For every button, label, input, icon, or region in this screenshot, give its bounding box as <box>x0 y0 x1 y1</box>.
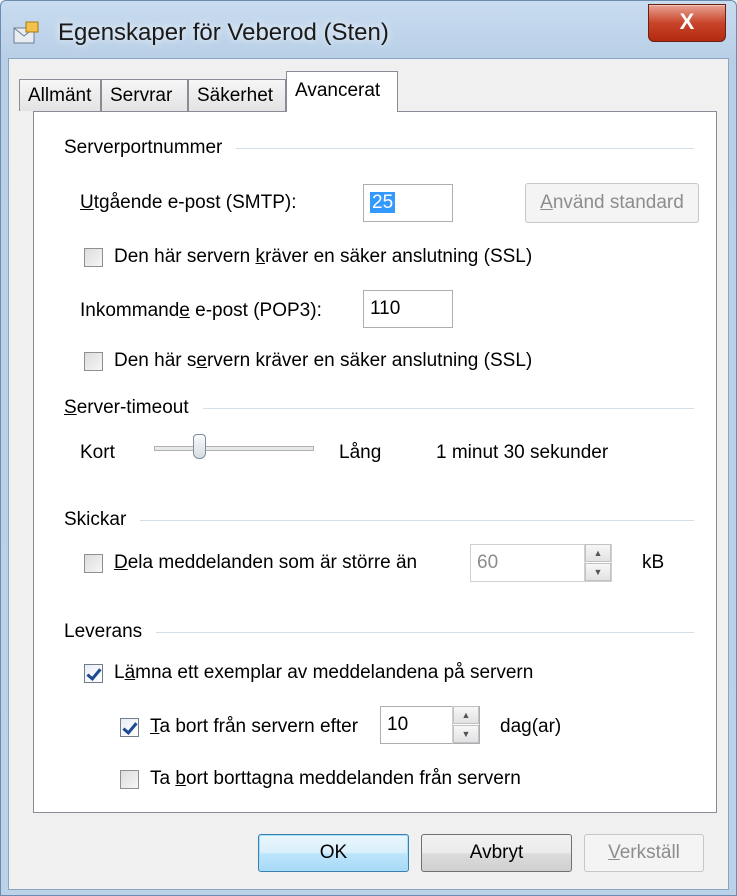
pop3-port-input[interactable]: 110 <box>363 290 453 328</box>
smtp-ssl-checkbox[interactable] <box>84 248 103 267</box>
split-size-unit: kB <box>642 552 665 573</box>
remove-deleted-text-a: Ta <box>150 768 176 789</box>
smtp-label-text: tgående e-post (SMTP): <box>93 192 297 213</box>
pop3-ssl-accel-key: e <box>196 350 207 371</box>
remove-deleted-accel-key: b <box>175 768 186 789</box>
pop3-text-a: Inkommand <box>80 300 180 321</box>
ok-button[interactable]: OK <box>258 834 409 872</box>
use-default-accel-key: A <box>540 192 553 213</box>
split-messages-label: Dela meddelanden som är större än <box>114 552 417 574</box>
split-messages-checkbox[interactable] <box>84 554 103 573</box>
smtp-accel-key: U <box>80 192 94 213</box>
spin-up-icon[interactable]: ▲ <box>453 706 479 724</box>
days-value: 10 <box>387 714 409 735</box>
pop3-port-label: Inkommande e-post (POP3): <box>80 300 322 322</box>
timeout-long-label: Lång <box>339 442 382 463</box>
remove-after-text: a bort från servern efter <box>159 716 359 737</box>
remove-deleted-checkbox[interactable] <box>120 770 139 789</box>
tab-general[interactable]: Allmänt <box>19 79 101 111</box>
apply-accel-key: V <box>608 842 620 863</box>
pop3-accel-key: e <box>179 300 190 321</box>
pop3-ssl-text-b: rvern kräver en säker anslutning (SSL) <box>206 350 533 371</box>
remove-after-label: Ta bort från servern efter <box>150 716 358 738</box>
leave-text-a: L <box>114 662 125 683</box>
advanced-tab-panel: Serverportnummer Utgående e-post (SMTP):… <box>33 111 717 813</box>
timeout-accel-key: S <box>64 397 77 418</box>
pop3-port-value: 110 <box>370 298 401 319</box>
pop3-ssl-text-a: Den här s <box>114 350 197 371</box>
spin-down-icon[interactable]: ▼ <box>453 725 479 743</box>
timeout-value-text: 1 minut 30 sekunder <box>436 442 609 463</box>
tab-security[interactable]: Säkerhet <box>188 79 286 111</box>
leave-copy-checkbox[interactable] <box>84 664 103 683</box>
tab-advanced[interactable]: Avancerat <box>286 71 398 112</box>
remove-after-checkbox[interactable] <box>120 718 139 737</box>
title-bar[interactable]: Egenskaper för Veberod (Sten) X <box>0 0 737 58</box>
remove-deleted-label: Ta bort borttagna meddelanden från serve… <box>150 768 521 790</box>
smtp-ssl-text-b: räver en säker anslutning (SSL) <box>265 246 533 267</box>
pop3-ssl-checkbox[interactable] <box>84 352 103 371</box>
timeout-slider-thumb[interactable] <box>193 434 206 459</box>
days-stepper[interactable]: ▲ ▼ <box>452 706 479 744</box>
group-label-server-timeout: Server-timeout <box>64 397 203 419</box>
close-icon: X <box>679 9 695 34</box>
group-divider <box>64 632 694 633</box>
group-label-sending: Skickar <box>64 509 141 531</box>
timeout-slider-track <box>154 446 314 451</box>
leave-copy-label: Lämna ett exemplar av meddelandena på se… <box>114 662 533 684</box>
smtp-ssl-accel-key: k <box>255 246 266 267</box>
window-title: Egenskaper för Veberod (Sten) <box>58 19 389 46</box>
split-size-value: 60 <box>477 552 499 573</box>
split-text: ela meddelanden som är större än <box>127 552 418 573</box>
smtp-port-value: 25 <box>370 192 396 213</box>
use-default-label: nvänd standard <box>552 192 684 213</box>
split-size-stepper[interactable]: ▲ ▼ <box>584 544 611 582</box>
remove-deleted-text-b: ort borttagna meddelanden från servern <box>185 768 521 789</box>
spin-down-icon[interactable]: ▼ <box>585 563 611 581</box>
tab-servers[interactable]: Servrar <box>101 79 188 111</box>
smtp-port-label: Utgående e-post (SMTP): <box>80 192 297 214</box>
pop3-ssl-label: Den här servern kräver en säker anslutni… <box>114 350 532 372</box>
timeout-group-text: erver-timeout <box>76 397 189 418</box>
use-default-button[interactable]: Använd standard <box>525 183 699 223</box>
cancel-button[interactable]: Avbryt <box>421 834 572 872</box>
split-accel-key: D <box>114 552 128 573</box>
close-button[interactable]: X <box>648 4 726 42</box>
leave-accel-key: ä <box>124 662 136 683</box>
leave-text-b: mna ett exemplar av meddelandena på serv… <box>135 662 534 683</box>
group-divider <box>64 520 694 521</box>
dialog-client-area: Allmänt Servrar Säkerhet Avancerat Serve… <box>8 58 729 890</box>
group-label-delivery: Leverans <box>64 621 157 643</box>
timeout-short-label: Kort <box>80 442 115 463</box>
days-unit-label: dag(ar) <box>500 716 562 737</box>
smtp-port-input[interactable]: 25 <box>363 184 453 222</box>
pop3-text-b: e-post (POP3): <box>189 300 322 321</box>
spin-up-icon[interactable]: ▲ <box>585 544 611 562</box>
apply-button[interactable]: Verkställ <box>584 834 704 872</box>
mail-account-icon <box>13 21 39 44</box>
remove-after-accel-key: T <box>150 716 160 737</box>
smtp-ssl-text-a: Den här servern <box>114 246 256 267</box>
smtp-ssl-label: Den här servern kräver en säker anslutni… <box>114 246 532 268</box>
apply-label: erkställ <box>619 842 680 863</box>
timeout-slider[interactable] <box>154 432 314 466</box>
group-label-server-ports: Serverportnummer <box>64 137 237 159</box>
